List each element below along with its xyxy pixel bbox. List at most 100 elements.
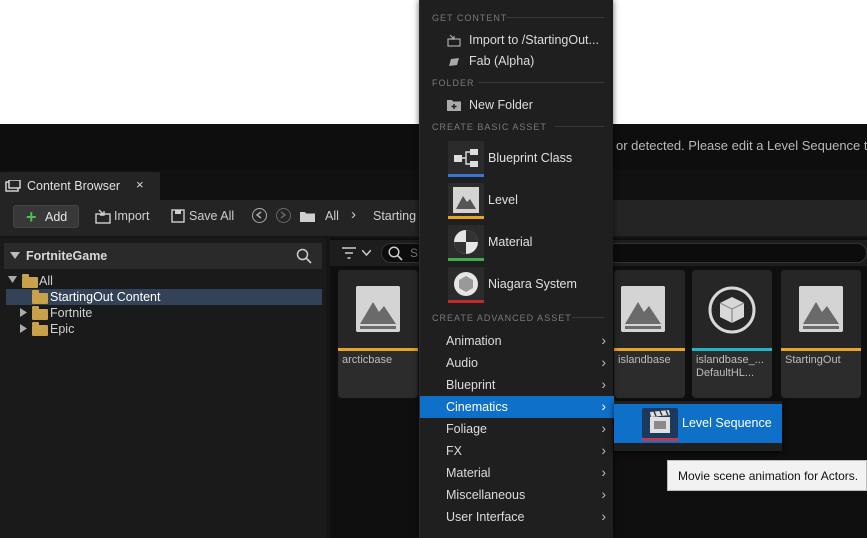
filter-icon[interactable] xyxy=(341,247,357,259)
asset-tile-startingout[interactable]: StartingOut xyxy=(781,270,861,398)
asset-thumbnail xyxy=(614,270,685,350)
menu-item-label: Fab (Alpha) xyxy=(469,54,535,68)
menu-item-blueprint[interactable]: Blueprint › xyxy=(420,374,614,396)
menu-item-label: Blueprint Class xyxy=(488,151,573,165)
menu-item-animation[interactable]: Animation › xyxy=(420,330,614,352)
back-icon[interactable] xyxy=(252,208,267,223)
collapse-arrow-icon xyxy=(10,252,20,259)
asset-color-bar xyxy=(448,258,484,261)
import-icon xyxy=(447,35,461,47)
tree-item-label: Epic xyxy=(50,322,75,336)
section-divider xyxy=(555,126,604,127)
breadcrumb-all[interactable]: All xyxy=(325,209,339,223)
close-icon[interactable]: × xyxy=(136,177,144,192)
niagara-system-icon xyxy=(448,267,484,301)
tree-item-startingout-content[interactable]: StartingOut Content xyxy=(6,289,322,305)
asset-tile-islandbase-defaulthl[interactable]: islandbase_... DefaultHL... xyxy=(692,270,772,398)
asset-color-bar xyxy=(642,438,678,441)
tooltip-text: Movie scene animation for Actors. xyxy=(678,469,859,483)
menu-item-label: Level xyxy=(488,193,518,207)
chevron-down-icon[interactable] xyxy=(362,250,371,256)
section-divider xyxy=(572,317,604,318)
level-icon xyxy=(621,286,665,332)
menu-item-blueprint-class[interactable]: Blueprint Class xyxy=(420,139,614,179)
chevron-right-icon: › xyxy=(601,486,606,502)
import-icon xyxy=(95,209,111,224)
menu-item-label: FX xyxy=(446,444,462,458)
folder-icon xyxy=(32,322,48,336)
menu-item-new-folder[interactable]: New Folder xyxy=(420,94,614,116)
search-icon[interactable] xyxy=(296,248,312,264)
menu-item-label: Animation xyxy=(446,334,502,348)
tree-item-all[interactable]: All xyxy=(6,273,322,289)
menu-item-audio[interactable]: Audio › xyxy=(420,352,614,374)
new-folder-icon xyxy=(447,100,461,111)
menu-item-foliage[interactable]: Foliage › xyxy=(420,418,614,440)
asset-color-bar xyxy=(448,174,484,177)
import-button[interactable]: Import xyxy=(114,209,149,223)
menu-item-import[interactable]: Import to /StartingOut... xyxy=(420,29,614,51)
menu-item-material-advanced[interactable]: Material › xyxy=(420,462,614,484)
add-button[interactable]: + Add xyxy=(13,205,79,228)
menu-item-label: Audio xyxy=(446,356,478,370)
search-icon xyxy=(388,246,403,261)
level-icon xyxy=(356,286,400,332)
menu-item-label: Material xyxy=(488,235,533,249)
tab-content-browser[interactable]: Content Browser × xyxy=(0,172,160,200)
section-create-advanced-asset: CREATE ADVANCED ASSET xyxy=(432,313,572,323)
breadcrumb-current[interactable]: Starting xyxy=(373,209,416,223)
chevron-right-icon: › xyxy=(601,354,606,370)
section-get-content: GET CONTENT xyxy=(432,13,508,23)
section-folder: FOLDER xyxy=(432,78,475,88)
menu-item-label: New Folder xyxy=(469,98,533,112)
menu-item-fab[interactable]: Fab (Alpha) xyxy=(420,50,614,72)
menu-item-niagara-system[interactable]: Niagara System xyxy=(420,265,614,305)
asset-name: islandbase_... DefaultHL... xyxy=(696,354,764,379)
submenu-item-level-sequence[interactable]: Level Sequence xyxy=(614,404,782,443)
menu-item-label: User Interface xyxy=(446,510,525,524)
folder-icon xyxy=(32,290,48,304)
collapsed-arrow-icon xyxy=(20,308,27,317)
asset-type-bar xyxy=(338,348,418,351)
viewport-warning-text: or detected. Please edit a Level Sequenc… xyxy=(616,138,867,153)
menu-item-label: Niagara System xyxy=(488,277,577,291)
plus-icon: + xyxy=(26,207,37,227)
asset-name: islandbase xyxy=(618,354,671,366)
asset-tile-arcticbase[interactable]: arcticbase xyxy=(338,270,418,398)
asset-thumbnail xyxy=(692,270,772,350)
asset-type-bar xyxy=(781,348,861,351)
tree-item-fortnite[interactable]: Fortnite xyxy=(6,305,322,321)
asset-thumbnail xyxy=(338,270,418,350)
forward-icon[interactable] xyxy=(276,208,291,223)
menu-item-label: Material xyxy=(446,466,491,480)
menu-item-level[interactable]: Level xyxy=(420,181,614,221)
submenu-item-label: Level Sequence xyxy=(682,416,772,430)
material-icon xyxy=(448,225,484,259)
folder-icon xyxy=(32,306,48,320)
tooltip: Movie scene animation for Actors. xyxy=(667,460,867,491)
asset-name: StartingOut xyxy=(785,354,841,366)
level-icon xyxy=(448,183,484,217)
menu-item-material[interactable]: Material xyxy=(420,223,614,263)
asset-tile-islandbase[interactable]: islandbase xyxy=(614,270,685,398)
chevron-right-icon: › xyxy=(601,332,606,348)
section-divider xyxy=(506,17,604,18)
tree-item-epic[interactable]: Epic xyxy=(6,321,322,337)
chevron-right-icon: › xyxy=(601,420,606,436)
menu-item-user-interface[interactable]: User Interface › xyxy=(420,506,614,528)
asset-name: arcticbase xyxy=(342,354,393,366)
menu-item-fx[interactable]: FX › xyxy=(420,440,614,462)
chevron-right-icon: › xyxy=(601,464,606,480)
menu-item-label: Miscellaneous xyxy=(446,488,526,502)
save-all-button[interactable]: Save All xyxy=(189,209,234,223)
asset-color-bar xyxy=(448,300,484,303)
sources-header[interactable]: FortniteGame xyxy=(4,243,322,269)
asset-type-bar xyxy=(692,348,772,351)
tab-label: Content Browser xyxy=(27,179,121,193)
menu-item-miscellaneous[interactable]: Miscellaneous › xyxy=(420,484,614,506)
chevron-right-icon: › xyxy=(601,442,606,458)
menu-item-cinematics[interactable]: Cinematics › xyxy=(420,396,614,418)
asset-type-bar xyxy=(614,348,685,351)
save-all-icon xyxy=(171,209,185,223)
tree-item-label: StartingOut Content xyxy=(50,290,161,304)
